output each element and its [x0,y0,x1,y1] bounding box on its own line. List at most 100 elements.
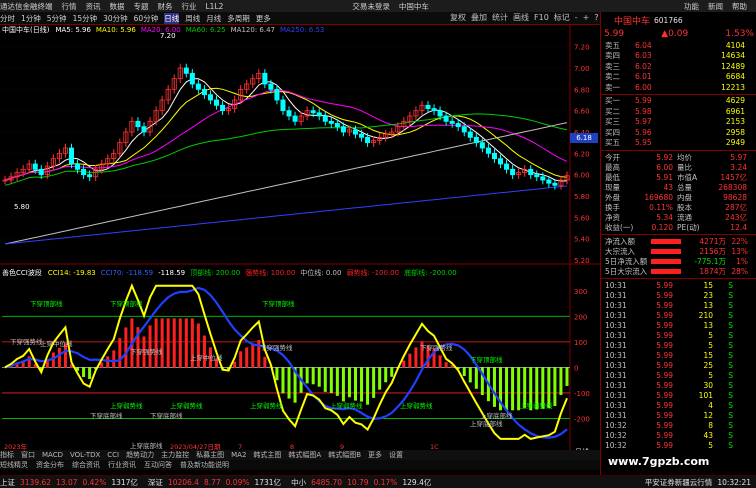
tool-button[interactable]: ? [594,13,598,22]
indicator-tab[interactable]: 窗口 [21,450,35,460]
tool-button[interactable]: 画线 [513,12,529,23]
menu-item[interactable]: 资讯 [86,1,101,12]
order-volume: 2958 [725,127,745,137]
sub-tab[interactable]: 互动问答 [144,460,172,470]
order-row[interactable]: 卖一 6.00 12213 [601,82,756,93]
tool-button[interactable]: 统计 [492,12,508,23]
tick-row[interactable]: 10:31 5.99 4 S [601,400,756,410]
order-volume: 14634 [721,51,745,61]
tick-row[interactable]: 10:32 5.99 5 S [601,440,756,450]
tick-row[interactable]: 10:31 5.99 15 S [601,350,756,360]
title-right-item[interactable]: 帮助 [732,1,747,12]
indicator-tab[interactable]: 指标 [0,450,14,460]
indicator-tab[interactable]: 韩式幅图B [328,450,361,460]
menu-item[interactable]: 数据 [110,1,125,12]
indicator-tab[interactable]: 私募主图 [196,450,224,460]
tool-button[interactable]: 叠加 [471,12,487,23]
sub-tab[interactable]: 普及新功能说明 [180,460,229,470]
period-tab[interactable]: 1分钟 [21,13,41,24]
order-row[interactable]: 买二 5.98 6961 [601,106,756,117]
order-row[interactable]: 买一 5.99 4629 [601,96,756,107]
tool-button[interactable]: F10 [534,13,549,22]
indicator-tab[interactable]: 趋势动力 [126,450,154,460]
order-row[interactable]: 卖五 6.04 4104 [601,40,756,51]
order-row[interactable]: 卖二 6.01 6684 [601,72,756,83]
order-row[interactable]: 卖四 6.03 14634 [601,51,756,62]
indicator-tab[interactable]: 韩式幅图A [288,450,321,460]
tick-price: 5.99 [656,410,673,420]
tick-row[interactable]: 10:31 5.99 12 S [601,410,756,420]
indicator-tab[interactable]: 主力监控 [161,450,189,460]
tick-row[interactable]: 10:31 5.99 25 S [601,360,756,370]
order-row[interactable]: 买三 5.97 2153 [601,117,756,128]
sub-tab[interactable]: 综合资讯 [72,460,100,470]
menu-item[interactable]: 行情 [62,1,77,12]
title-right-item[interactable]: 新闻 [708,1,723,12]
tick-price: 5.99 [656,360,673,370]
menu-item[interactable]: 财务 [158,1,173,12]
candle-body [540,176,546,181]
tick-direction: S [728,280,733,290]
order-label: 卖一 [605,82,620,92]
period-tab[interactable]: 60分钟 [134,13,159,24]
menu-item[interactable]: 专题 [134,1,149,12]
indicator-tab[interactable]: 设置 [389,450,403,460]
tick-row[interactable]: 10:31 5.99 5 S [601,340,756,350]
order-row[interactable]: 买五 5.95 2949 [601,138,756,149]
period-tab[interactable]: 月线 [206,13,221,24]
tick-row[interactable]: 10:31 5.99 13 S [601,300,756,310]
tool-button[interactable]: 标记 [554,12,570,23]
tick-row[interactable]: 10:31 5.99 5 S [601,370,756,380]
tick-row[interactable]: 10:31 5.99 15 S [601,280,756,290]
title-right-item[interactable]: 功能 [684,1,699,12]
tick-row[interactable]: 10:32 5.99 43 S [601,430,756,440]
period-tab[interactable]: 分时 [0,13,15,24]
index-name[interactable]: 深证 [148,477,163,488]
indicator-tab[interactable]: VOL-TDX [70,451,100,459]
tick-row[interactable]: 10:31 5.99 5 S [601,330,756,340]
ma-legend: MA120: 6.47 [230,26,275,34]
period-tab[interactable]: 更多 [256,13,271,24]
candle-body [310,110,316,114]
indicator-tick: -100 [574,390,590,398]
index-name[interactable]: 上证 [0,477,15,488]
indicator-tab[interactable]: 韩式主图 [253,450,281,460]
order-row[interactable]: 买四 5.96 2958 [601,127,756,138]
period-tab[interactable]: 30分钟 [103,13,128,24]
order-label: 卖二 [605,72,620,82]
tool-button[interactable]: - [575,13,578,22]
sub-tab[interactable]: 行业资讯 [108,460,136,470]
sub-tab[interactable]: 资金分布 [36,460,64,470]
tick-time: 10:31 [605,320,627,330]
price-pct: 1.53% [725,29,754,39]
index-name[interactable]: 中小 [291,477,306,488]
sub-tab[interactable]: 短线精灵 [0,460,28,470]
trade-notice[interactable]: 交易未登录 [352,1,390,12]
candle-body [141,126,147,133]
order-row[interactable]: 卖三 6.02 12489 [601,61,756,72]
menu-item[interactable]: 行业 [182,1,197,12]
tick-row[interactable]: 10:31 5.99 23 S [601,290,756,300]
tool-button[interactable]: + [583,13,590,22]
period-tab[interactable]: 多周期 [227,13,250,24]
menu-item[interactable]: L1L2 [206,2,224,11]
indicator-tab[interactable]: MA2 [231,451,246,459]
tool-button[interactable]: 复权 [450,12,466,23]
tick-row[interactable]: 10:31 5.99 210 S [601,310,756,320]
flow-bar [651,258,681,264]
chart-area[interactable]: 5.205.405.605.806.006.206.406.606.807.00… [0,24,600,450]
tick-row[interactable]: 10:31 5.99 13 S [601,320,756,330]
period-tab[interactable]: 日线 [164,12,180,24]
tick-list[interactable]: 10:31 5.99 15 S 10:31 5.99 23 S 10:31 5.99 13 S 10:3… [601,278,756,450]
app-logo: 通达信金融终端 [0,1,53,11]
period-tab[interactable]: 15分钟 [73,13,98,24]
indicator-tab[interactable]: 更多 [368,450,382,460]
tick-row[interactable]: 10:31 5.99 30 S [601,380,756,390]
order-label: 卖三 [605,61,620,71]
tick-row[interactable]: 10:32 5.99 8 S [601,420,756,430]
indicator-tab[interactable]: CCI [107,451,119,459]
tick-row[interactable]: 10:31 5.99 101 S [601,390,756,400]
period-tab[interactable]: 周线 [185,13,200,24]
period-tab[interactable]: 5分钟 [47,13,67,24]
indicator-tab[interactable]: MACD [42,451,63,459]
